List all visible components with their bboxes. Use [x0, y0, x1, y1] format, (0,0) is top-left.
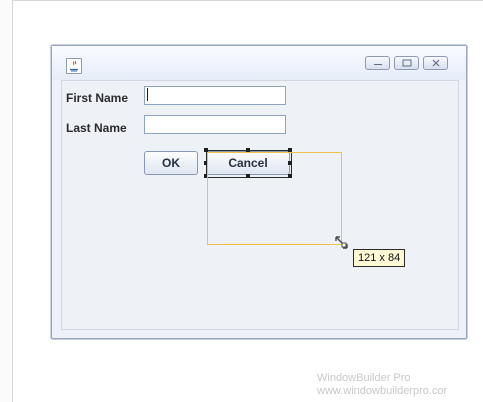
watermark-line-1: WindowBuilder Pro: [317, 372, 411, 384]
resize-size-tooltip: 121 x 84: [353, 249, 406, 267]
maximize-icon: [402, 59, 412, 67]
first-name-field-wrap: [144, 86, 286, 105]
resize-handle-bottom-left[interactable]: [204, 174, 208, 178]
watermark-line-2: www.windowbuilderpro.cor: [317, 385, 448, 397]
last-name-field[interactable]: [144, 115, 286, 134]
cancel-button[interactable]: Cancel: [206, 151, 290, 175]
first-name-label: First Name: [66, 91, 129, 105]
java-icon: [66, 58, 82, 74]
resize-handle-bottom-right[interactable]: [288, 174, 292, 178]
window-titlebar: [52, 46, 466, 80]
window-content-pane: First Name Last Name OK Cancel 121 x 84: [61, 80, 459, 330]
resize-handle-top-left[interactable]: [204, 148, 208, 152]
resize-cursor-icon: [335, 236, 349, 250]
close-icon: [432, 59, 440, 67]
resize-handle-top-right[interactable]: [288, 148, 292, 152]
watermark: WindowBuilder Pro www.windowbuilderpro.c…: [317, 372, 447, 398]
maximize-button[interactable]: [394, 56, 419, 70]
resize-handle-top-center[interactable]: [246, 148, 250, 152]
minimize-icon: [374, 64, 382, 65]
text-caret: [147, 88, 148, 101]
resize-handle-middle-right[interactable]: [288, 161, 292, 165]
ok-button[interactable]: OK: [144, 151, 198, 175]
java-window: First Name Last Name OK Cancel 121 x 84: [51, 45, 467, 339]
last-name-label: Last Name: [66, 121, 127, 135]
close-button[interactable]: [423, 56, 448, 70]
first-name-field[interactable]: [144, 86, 286, 105]
resize-handle-middle-left[interactable]: [204, 161, 208, 165]
minimize-button[interactable]: [365, 56, 390, 70]
resize-handle-bottom-center[interactable]: [246, 174, 250, 178]
